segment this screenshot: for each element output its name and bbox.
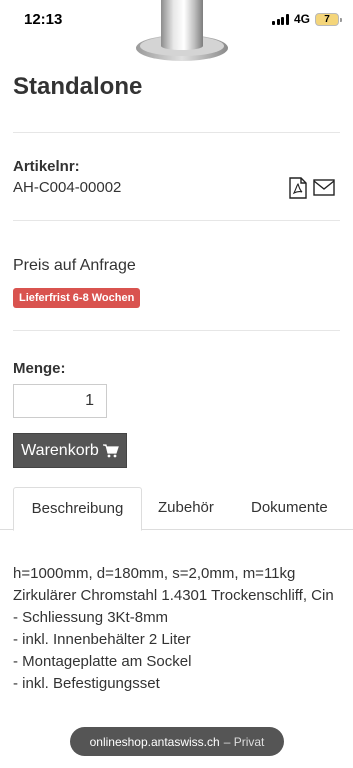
cart-button-label: Warenkorb: [21, 441, 99, 459]
description-line: - Montageplatte am Sockel: [13, 653, 192, 670]
divider: [13, 220, 340, 221]
network-type: 4G: [293, 12, 310, 26]
divider: [13, 132, 340, 133]
product-image: [136, 0, 228, 61]
article-number: AH-C004-00002: [13, 179, 122, 196]
private-mode-label: – Privat: [223, 734, 265, 749]
tab-dokumente[interactable]: Dokumente: [251, 487, 328, 530]
browser-url-bar[interactable]: onlineshop.antaswiss.ch – Privat: [70, 727, 284, 756]
article-label: Artikelnr:: [13, 158, 80, 175]
add-to-cart-button[interactable]: Warenkorb: [13, 433, 127, 468]
tab-zubehoer[interactable]: Zubehör: [158, 487, 214, 530]
product-title: Standalone: [13, 73, 143, 100]
pdf-icon[interactable]: [288, 177, 308, 199]
description-line: h=1000mm, d=180mm, s=2,0mm, m=11kg: [13, 565, 296, 582]
cart-icon: [102, 443, 119, 457]
signal-icon: [272, 13, 289, 25]
status-time: 12:13: [24, 11, 63, 28]
description-line: - inkl. Innenbehälter 2 Liter: [13, 631, 191, 648]
url-text: onlineshop.antaswiss.ch: [89, 734, 220, 749]
battery-icon: 7: [315, 12, 342, 26]
delivery-badge: Lieferfrist 6-8 Wochen: [13, 288, 141, 308]
mail-icon[interactable]: [313, 179, 335, 196]
quantity-label: Menge:: [13, 360, 66, 377]
tab-beschreibung[interactable]: Beschreibung: [13, 487, 142, 531]
product-description: h=1000mm, d=180mm, s=2,0mm, m=11kg Zirku…: [13, 563, 353, 695]
quantity-input[interactable]: [13, 384, 107, 418]
price-text: Preis auf Anfrage: [13, 257, 136, 274]
description-line: - Schliessung 3Kt-8mm: [13, 609, 169, 626]
status-indicators: 4G 7: [272, 12, 342, 26]
divider: [13, 330, 340, 331]
description-line: - inkl. Befestigungsset: [13, 675, 160, 692]
product-tabs: Beschreibung Zubehör Dokumente: [0, 487, 353, 531]
description-line: Zirkulärer Chromstahl 1.4301 Trockenschl…: [13, 587, 334, 604]
